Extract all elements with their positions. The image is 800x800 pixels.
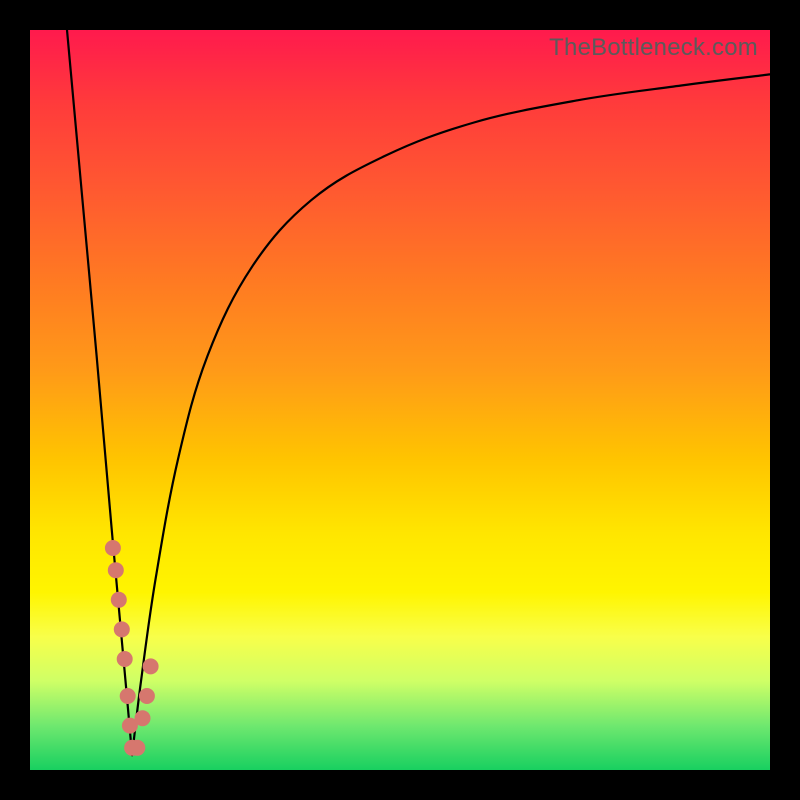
data-marker	[114, 621, 130, 637]
data-marker	[143, 658, 159, 674]
data-marker	[105, 540, 121, 556]
marker-cluster	[105, 540, 159, 756]
curve-layer	[30, 30, 770, 770]
data-marker	[108, 562, 124, 578]
data-marker	[139, 688, 155, 704]
data-marker	[135, 710, 151, 726]
plot-area: TheBottleneck.com	[30, 30, 770, 770]
data-marker	[120, 688, 136, 704]
curve-right-branch	[132, 74, 770, 755]
data-marker	[111, 592, 127, 608]
data-marker	[117, 651, 133, 667]
chart-frame: TheBottleneck.com	[0, 0, 800, 800]
data-marker	[129, 740, 145, 756]
curve-left-branch	[67, 30, 132, 755]
